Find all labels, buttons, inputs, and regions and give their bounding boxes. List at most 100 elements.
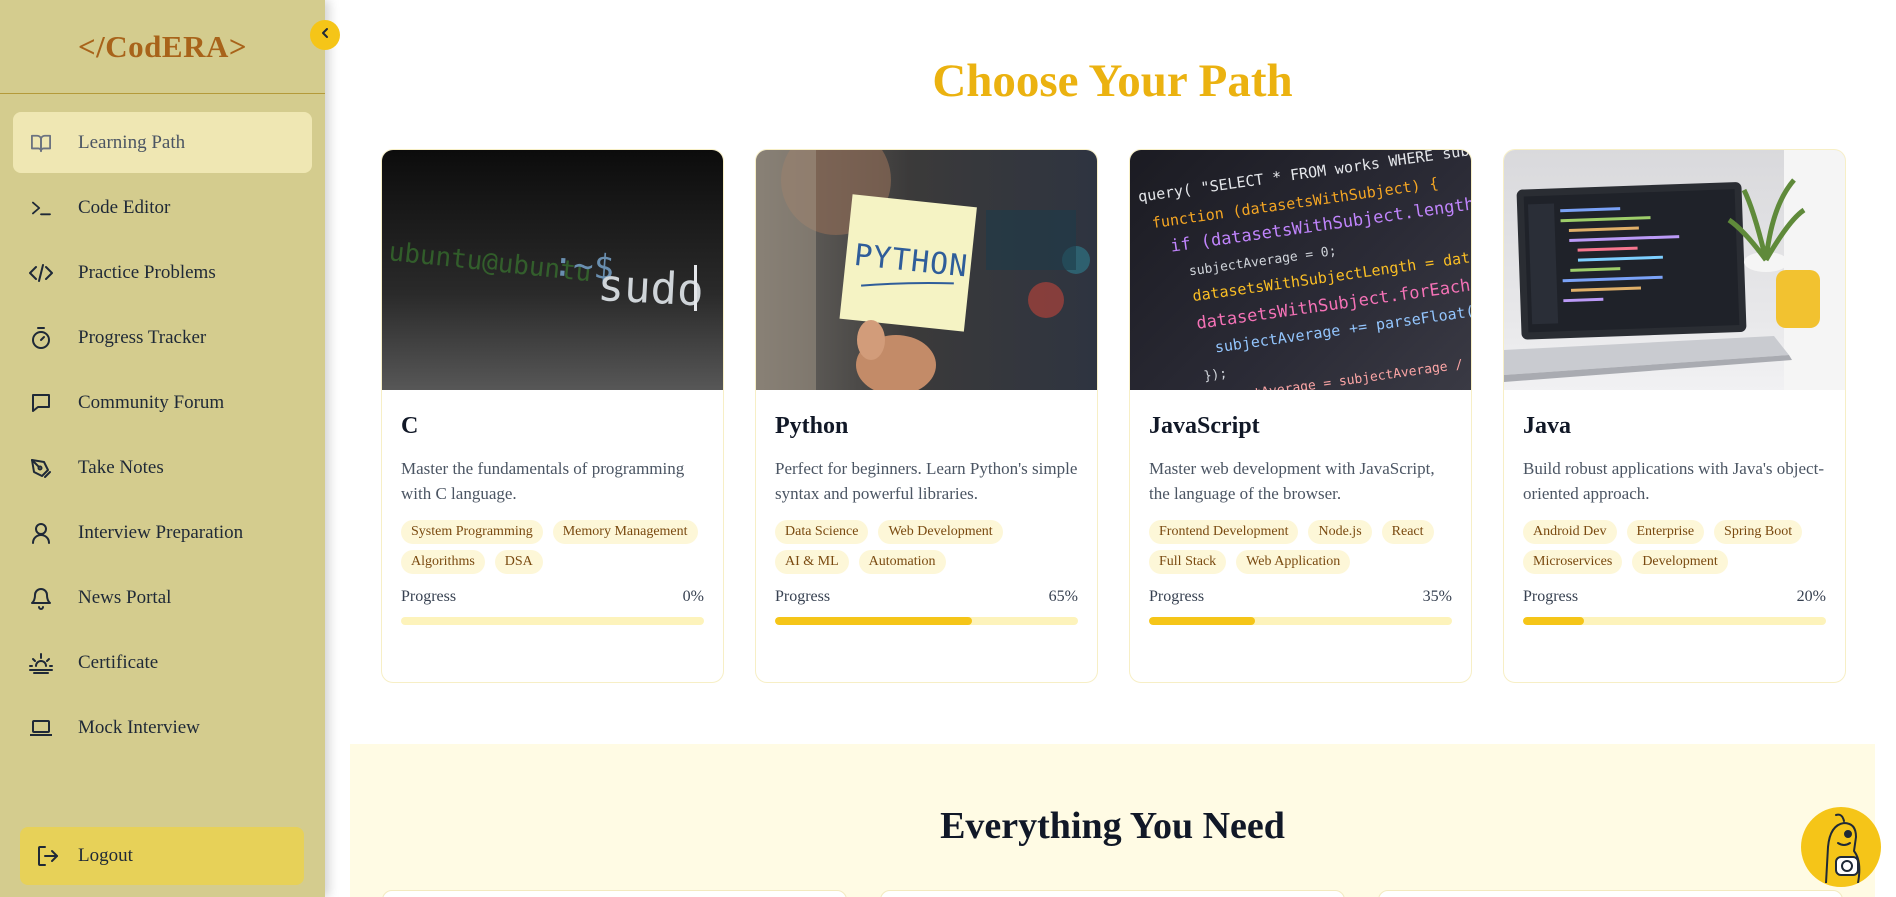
book-open-icon	[28, 130, 54, 156]
card-description: Master the fundamentals of programming w…	[401, 459, 685, 503]
sidebar-nav: Learning Path Code Editor Practice Probl…	[0, 94, 325, 758]
laptop-icon	[28, 715, 54, 741]
tag: Development	[1632, 550, 1728, 574]
progress-label: Progress	[401, 588, 457, 605]
tag: Automation	[858, 550, 946, 574]
tag: AI & ML	[775, 550, 849, 574]
progress-bar-fill	[1149, 617, 1256, 625]
tag-list: System Programming Memory Management Alg…	[401, 520, 704, 574]
bell-icon	[28, 585, 54, 611]
course-card-python[interactable]: PYTHON Python Perfect for beginners. Lea…	[755, 149, 1098, 683]
sidebar-item-label: Learning Path	[78, 131, 186, 153]
tag: Microservices	[1523, 550, 1623, 574]
feature-card[interactable]	[382, 890, 847, 897]
sidebar-item-label: Mock Interview	[78, 716, 200, 738]
sidebar-item-community-forum[interactable]: Community Forum	[13, 372, 312, 433]
sidebar-item-label: Practice Problems	[78, 261, 216, 283]
card-description: Build robust applications with Java's ob…	[1523, 459, 1824, 503]
feature-card[interactable]	[1378, 890, 1843, 897]
progress-value: 35%	[1422, 588, 1452, 605]
pen-tool-icon	[28, 455, 54, 481]
tag: Data Science	[775, 520, 869, 544]
sidebar-item-news-portal[interactable]: News Portal	[13, 567, 312, 628]
chevron-left-icon	[319, 26, 331, 44]
sunrise-icon	[28, 650, 54, 676]
tag: Web Application	[1236, 550, 1351, 574]
tag: System Programming	[401, 520, 543, 544]
progress-row: Progress 20%	[1523, 588, 1826, 606]
sidebar-item-label: Take Notes	[78, 456, 164, 478]
progress-value: 65%	[1048, 588, 1078, 605]
progress-bar	[401, 617, 704, 625]
robot-assistant-icon	[1806, 807, 1876, 887]
card-description: Master web development with JavaScript, …	[1149, 459, 1435, 503]
progress-row: Progress 35%	[1149, 588, 1452, 606]
tag-list: Data Science Web Development AI & ML Aut…	[775, 520, 1078, 574]
timer-icon	[28, 325, 54, 351]
progress-label: Progress	[775, 588, 831, 605]
logout-icon	[35, 843, 61, 869]
message-square-icon	[28, 390, 54, 416]
course-card-java[interactable]: Java Build robust applications with Java…	[1503, 149, 1846, 683]
sidebar-item-practice-problems[interactable]: Practice Problems	[13, 242, 312, 303]
sidebar-item-label: Code Editor	[78, 196, 171, 218]
python-sticky-note-image: PYTHON	[756, 150, 1097, 390]
card-title: JavaScript	[1149, 413, 1260, 439]
sidebar-item-learning-path[interactable]: Learning Path	[13, 112, 312, 173]
progress-row: Progress 65%	[775, 588, 1078, 606]
card-title: Java	[1523, 413, 1571, 439]
terminal-sudo-image: ubuntu@ubuntu :~$ sudo	[382, 150, 723, 390]
sidebar-item-take-notes[interactable]: Take Notes	[13, 437, 312, 498]
sidebar-item-progress-tracker[interactable]: Progress Tracker	[13, 307, 312, 368]
svg-text:sudo: sudo	[596, 260, 704, 316]
progress-bar	[775, 617, 1078, 625]
card-description: Perfect for beginners. Learn Python's si…	[775, 459, 1078, 503]
tag: Web Development	[878, 520, 1003, 544]
sidebar: </CodERA> Learning Path Code Editor Prac…	[0, 0, 325, 897]
feature-card[interactable]	[880, 890, 1345, 897]
tag: Node.js	[1308, 520, 1372, 544]
progress-bar	[1149, 617, 1452, 625]
section-title: Choose Your Path	[932, 55, 1293, 107]
tag: DSA	[494, 550, 543, 574]
progress-bar-fill	[1523, 617, 1584, 625]
course-card-javascript[interactable]: query( "SELECT * FROM works WHERE subjec…	[1129, 149, 1472, 683]
sidebar-item-label: Certificate	[78, 651, 159, 673]
sidebar-item-label: Interview Preparation	[78, 521, 244, 543]
progress-bar-fill	[775, 617, 972, 625]
sidebar-item-code-editor[interactable]: Code Editor	[13, 177, 312, 238]
tag: Frontend Development	[1149, 520, 1299, 544]
tag: Android Dev	[1523, 520, 1617, 544]
features-section: Everything You Need	[350, 744, 1875, 897]
progress-label: Progress	[1523, 588, 1579, 605]
collapse-sidebar-button[interactable]	[310, 20, 340, 50]
laptop-desk-image	[1504, 150, 1845, 390]
code-icon	[28, 260, 54, 286]
terminal-icon	[28, 195, 54, 221]
chatbot-button[interactable]	[1801, 807, 1881, 887]
progress-label: Progress	[1149, 588, 1205, 605]
sidebar-item-certificate[interactable]: Certificate	[13, 632, 312, 693]
course-card-c[interactable]: ubuntu@ubuntu :~$ sudo C Master the fund…	[381, 149, 724, 683]
tag: Algorithms	[401, 550, 485, 574]
logout-button[interactable]: Logout	[20, 827, 304, 885]
sidebar-item-label: Progress Tracker	[78, 326, 207, 348]
progress-bar	[1523, 617, 1826, 625]
tag: Full Stack	[1149, 550, 1227, 574]
tag-list: Frontend Development Node.js React Full …	[1149, 520, 1452, 574]
progress-value: 20%	[1796, 588, 1826, 605]
sidebar-item-interview-preparation[interactable]: Interview Preparation	[13, 502, 312, 563]
sidebar-item-mock-interview[interactable]: Mock Interview	[13, 697, 312, 758]
progress-value: 0%	[682, 588, 704, 605]
tag-list: Android Dev Enterprise Spring Boot Micro…	[1523, 520, 1826, 574]
card-title: Python	[775, 413, 849, 439]
svg-text:});: });	[1203, 366, 1228, 384]
tag: React	[1381, 520, 1434, 544]
main-content: Choose Your Path ubuntu@ubuntu :~$ sudo …	[325, 0, 1896, 897]
svg-text:subjectAverage = subjectAverag: subjectAverage = subjectAverage / dat	[1206, 353, 1471, 390]
sidebar-item-label: Community Forum	[78, 391, 225, 413]
tag: Enterprise	[1626, 520, 1705, 544]
card-title: C	[401, 413, 419, 439]
javascript-code-image: query( "SELECT * FROM works WHERE subjec…	[1130, 150, 1471, 390]
brand-logo[interactable]: </CodERA>	[0, 0, 325, 94]
